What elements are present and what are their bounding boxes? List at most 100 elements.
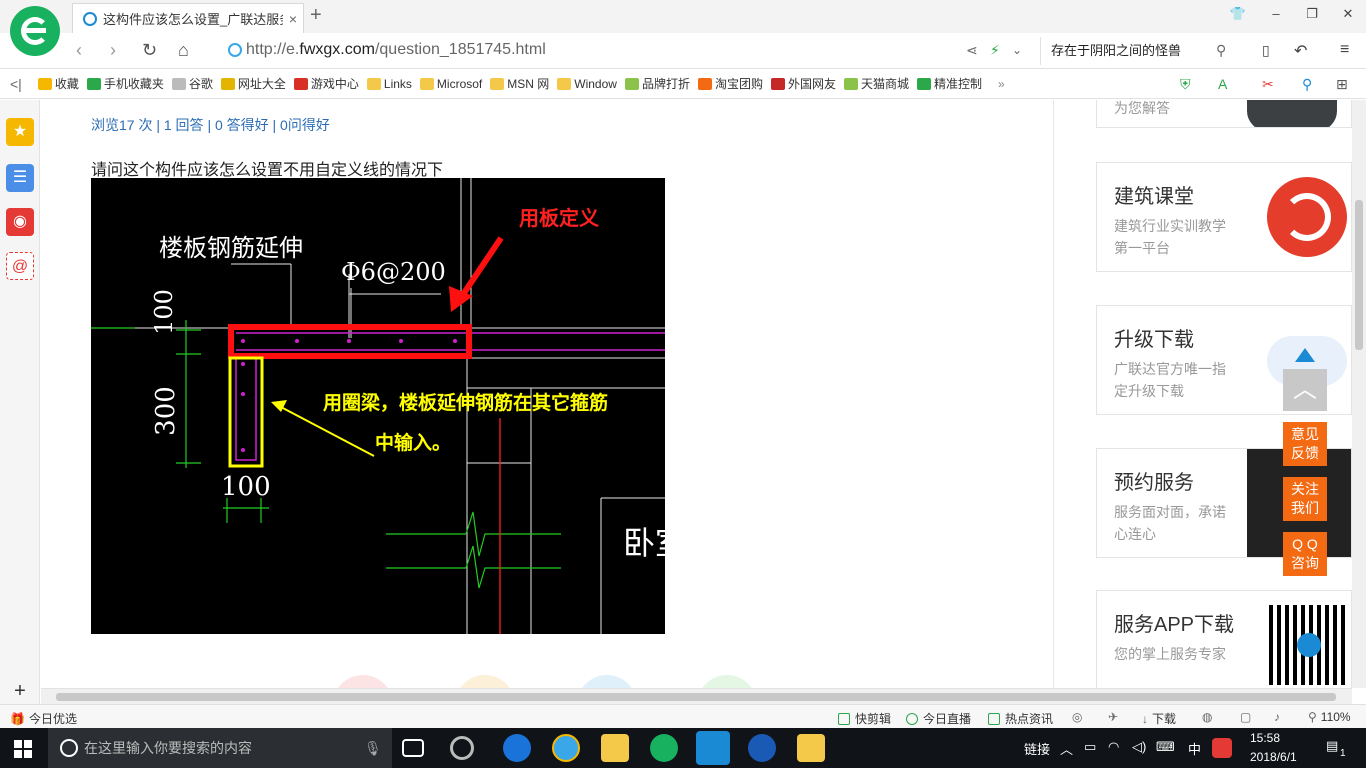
back-to-top-button[interactable]: ︿ bbox=[1283, 369, 1327, 411]
zoom-control[interactable]: ⚲ 110% bbox=[1308, 710, 1351, 724]
search-icon[interactable]: ⚲ bbox=[1216, 42, 1226, 59]
weibo-icon[interactable]: ◉ bbox=[6, 208, 34, 236]
ime-indicator[interactable]: 中 bbox=[1188, 739, 1201, 758]
undo-icon[interactable]: ↶ bbox=[1294, 41, 1307, 61]
minimize-button[interactable]: – bbox=[1266, 6, 1286, 21]
address-bar[interactable]: http://e.fwxgx.com/question_1851745.html bbox=[246, 41, 546, 59]
glodon-icon[interactable] bbox=[748, 734, 776, 762]
share-circle-icon[interactable] bbox=[577, 675, 637, 688]
clean-icon[interactable]: ◍ bbox=[1202, 710, 1212, 724]
file-explorer-icon[interactable] bbox=[601, 734, 629, 762]
question-stats[interactable]: 浏览17 次 | 1 回答 | 0 答得好 | 0问得好 bbox=[91, 115, 330, 135]
window-icon[interactable]: ▢ bbox=[1240, 710, 1251, 724]
chevron-up-icon[interactable]: ︿ bbox=[1060, 739, 1073, 758]
browser-app-icon[interactable] bbox=[450, 736, 474, 760]
notification-icon[interactable]: ▤ bbox=[1326, 738, 1338, 754]
sogou-ime-icon[interactable] bbox=[1212, 738, 1232, 758]
clock-time[interactable]: 15:58 bbox=[1250, 731, 1280, 745]
skin-icon[interactable]: 👕 bbox=[1228, 6, 1248, 22]
sidebar-toggle-icon[interactable]: <| bbox=[10, 76, 22, 92]
restore-button[interactable]: ❐ bbox=[1302, 6, 1322, 22]
add-sidebar-button[interactable]: + bbox=[0, 680, 40, 704]
bookmarks-more-button[interactable]: » bbox=[998, 77, 1005, 91]
side-card-answer[interactable]: 为您解答 bbox=[1096, 100, 1352, 128]
bookmark-item[interactable]: Microsof bbox=[419, 77, 482, 91]
internet-explorer-icon[interactable] bbox=[552, 734, 580, 762]
email-icon[interactable]: @ bbox=[6, 252, 34, 280]
bookmark-item[interactable]: 外国网友 bbox=[770, 75, 836, 92]
vertical-scrollbar[interactable] bbox=[1352, 100, 1366, 688]
share-circle-icon[interactable] bbox=[455, 675, 515, 688]
browser-logo-icon[interactable] bbox=[10, 6, 60, 56]
bookmark-item[interactable]: MSN 网 bbox=[490, 75, 549, 92]
close-window-button[interactable]: ✕ bbox=[1338, 6, 1358, 22]
chevron-down-icon[interactable]: ⌄ bbox=[1012, 43, 1022, 57]
keyboard-icon[interactable]: ⌨ bbox=[1156, 739, 1175, 755]
windows-start-icon[interactable] bbox=[14, 740, 32, 758]
horizontal-scrollbar[interactable] bbox=[41, 688, 1352, 704]
side-card-sub: 广联达官方唯一指定升级下载 bbox=[1114, 361, 1226, 399]
refresh-icon[interactable]: ↻ bbox=[142, 40, 157, 61]
qq-consult-button[interactable]: Q Q 咨询 bbox=[1283, 532, 1327, 576]
mobile-icon[interactable]: ▯ bbox=[1262, 42, 1270, 59]
bookmark-item[interactable]: 谷歌 bbox=[171, 75, 213, 92]
edge-icon[interactable] bbox=[503, 734, 531, 762]
bookmark-item[interactable]: 手机收藏夹 bbox=[86, 75, 164, 92]
bookmark-item[interactable]: Window bbox=[557, 77, 617, 91]
bookmark-item[interactable]: 收藏 bbox=[37, 75, 79, 92]
share-circle-icon[interactable] bbox=[333, 675, 393, 688]
today-picks-button[interactable]: 🎁 今日优选 bbox=[10, 710, 77, 727]
follow-us-button[interactable]: 关注 我们 bbox=[1283, 477, 1327, 521]
pin-icon[interactable]: ✈ bbox=[1108, 710, 1118, 724]
new-tab-button[interactable]: + bbox=[310, 4, 322, 27]
back-icon[interactable]: ‹ bbox=[76, 40, 82, 61]
translate-icon[interactable]: A bbox=[1218, 76, 1227, 92]
volume-icon[interactable]: ◁) bbox=[1132, 739, 1146, 755]
bookmark-item[interactable]: 精准控制 bbox=[917, 75, 982, 92]
magnifier-icon[interactable]: ⚲ bbox=[1302, 76, 1312, 93]
mute-icon[interactable]: ♪ bbox=[1274, 710, 1280, 724]
forward-icon[interactable]: › bbox=[110, 40, 116, 61]
site-info-icon[interactable] bbox=[228, 43, 242, 57]
taskbar-search-input[interactable]: 在这里输入你要搜索的内容 🎙 bbox=[48, 728, 392, 768]
reading-list-icon[interactable]: ☰ bbox=[6, 164, 34, 192]
status-item-quick-edit[interactable]: 快剪辑 bbox=[838, 710, 891, 727]
status-item-news[interactable]: 热点资讯 bbox=[988, 710, 1053, 727]
menu-icon[interactable]: ≡ bbox=[1340, 41, 1349, 59]
status-item-live[interactable]: 今日直播 bbox=[906, 710, 971, 727]
bookmark-item[interactable]: Links bbox=[366, 77, 412, 91]
task-view-icon[interactable] bbox=[402, 739, 424, 757]
shield-icon[interactable]: ⛨ bbox=[1180, 76, 1191, 93]
microphone-icon[interactable]: 🎙 bbox=[364, 728, 382, 768]
feedback-button[interactable]: 意见 反馈 bbox=[1283, 422, 1327, 466]
share-circle-icon[interactable] bbox=[697, 675, 757, 688]
battery-icon[interactable]: ▭ bbox=[1084, 739, 1096, 755]
bookmark-item[interactable]: 天猫商城 bbox=[844, 75, 909, 92]
bookmark-item[interactable]: 淘宝团购 bbox=[697, 75, 763, 92]
notepad-icon[interactable] bbox=[797, 734, 825, 762]
scissors-icon[interactable]: ✂ bbox=[1262, 76, 1274, 93]
teamviewer-icon[interactable] bbox=[696, 731, 730, 765]
bookmark-item[interactable]: 网址大全 bbox=[220, 75, 286, 92]
favorites-star-icon[interactable]: ★ bbox=[6, 118, 34, 146]
speed-icon[interactable]: ◎ bbox=[1072, 710, 1082, 724]
360-browser-icon[interactable] bbox=[650, 734, 678, 762]
taskbar-link-label[interactable]: 链接 bbox=[1024, 739, 1050, 758]
download-button[interactable]: ↓ 下载 bbox=[1142, 710, 1176, 727]
scrollbar-thumb[interactable] bbox=[56, 693, 1336, 701]
search-input[interactable]: 存在于阴阳之间的怪兽 bbox=[1040, 37, 1240, 65]
browser-tab[interactable]: 这构件应该怎么设置_广联达服务 × bbox=[72, 3, 304, 33]
apps-grid-icon[interactable]: ⊞ bbox=[1336, 76, 1348, 93]
side-card-course[interactable]: 建筑课堂 建筑行业实训教学第一平台 bbox=[1096, 162, 1352, 272]
url-domain: fwxgx.com bbox=[299, 41, 375, 58]
tab-close-button[interactable]: × bbox=[283, 11, 303, 27]
clock-date[interactable]: 2018/6/1 bbox=[1250, 750, 1297, 764]
home-icon[interactable]: ⌂ bbox=[178, 40, 189, 61]
scrollbar-thumb[interactable] bbox=[1355, 200, 1363, 350]
bookmark-item[interactable]: 品牌打折 bbox=[624, 75, 690, 92]
bookmark-item[interactable]: 游戏中心 bbox=[293, 75, 359, 92]
wifi-icon[interactable]: ◠ bbox=[1108, 739, 1119, 755]
lightning-icon[interactable]: ⚡ bbox=[990, 42, 1000, 59]
share-icon[interactable]: ⋖ bbox=[966, 42, 978, 59]
side-card-app-download[interactable]: 服务APP下载 您的掌上服务专家 bbox=[1096, 590, 1352, 688]
